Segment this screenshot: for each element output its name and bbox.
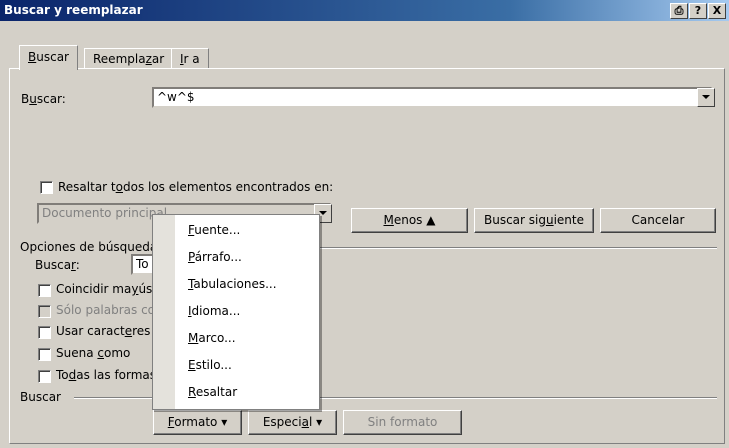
match-case-checkbox[interactable] [38, 284, 51, 297]
less-button[interactable]: Menos ▲ [351, 208, 468, 233]
cancel-button[interactable]: Cancelar [600, 208, 716, 233]
whole-words-label: Sólo palabras co [56, 303, 156, 317]
match-case-label: Coincidir mayúsc [56, 282, 159, 296]
search-dropdown-button[interactable] [697, 88, 715, 107]
sounds-like-label: Suena como [56, 346, 131, 360]
menu-gutter [153, 215, 175, 409]
caret-up-icon: ▲ [426, 213, 436, 227]
close-button[interactable]: X [708, 3, 726, 19]
tab-reemplazar[interactable]: Reemplazar [84, 48, 174, 69]
menu-item-estilo[interactable]: Estilo... [188, 358, 232, 372]
help-button[interactable]: ? [689, 3, 707, 19]
whole-words-checkbox[interactable] [38, 305, 51, 318]
format-menu: Fuente... Párrafo... Tabulaciones... Idi… [152, 214, 320, 410]
menu-item-idioma[interactable]: Idioma... [188, 304, 240, 318]
special-button[interactable]: Especial ▾ [248, 410, 337, 435]
menu-item-marco[interactable]: Marco... [188, 331, 236, 345]
tab-panel [9, 68, 725, 444]
search-label: Buscar: [21, 92, 66, 106]
highlight-checkbox[interactable] [40, 181, 53, 194]
title-bar: Buscar y reemplazar ⎙ ? X [0, 0, 729, 21]
wildcards-label: Usar caracteres [56, 324, 151, 338]
menu-item-tabulaciones[interactable]: Tabulaciones... [188, 277, 277, 291]
print-icon[interactable]: ⎙ [670, 3, 688, 19]
search-options-heading: Opciones de búsqueda [20, 240, 158, 254]
menu-item-parrafo[interactable]: Párrafo... [188, 250, 242, 264]
all-forms-label: Todas las formas [56, 368, 157, 382]
no-format-button[interactable]: Sin formato [343, 410, 462, 435]
find-section-label: Buscar [20, 390, 61, 404]
wildcards-checkbox[interactable] [38, 326, 51, 339]
window-title: Buscar y reemplazar [4, 3, 143, 17]
search-input[interactable]: ^w^$ [152, 87, 712, 108]
menu-item-fuente[interactable]: Fuente... [188, 223, 240, 237]
all-forms-checkbox[interactable] [38, 370, 51, 383]
highlight-label: Resaltar todos los elementos encontrados… [58, 180, 334, 194]
find-next-button[interactable]: Buscar siguiente [474, 208, 594, 233]
tab-ir-a[interactable]: Ir a [171, 48, 209, 69]
menu-item-resaltar[interactable]: Resaltar [188, 385, 237, 399]
search-direction-label: Buscar: [35, 258, 80, 272]
tab-buscar[interactable]: Buscar [19, 45, 78, 70]
sounds-like-checkbox[interactable] [38, 348, 51, 361]
format-button[interactable]: Formato ▾ [153, 410, 242, 435]
